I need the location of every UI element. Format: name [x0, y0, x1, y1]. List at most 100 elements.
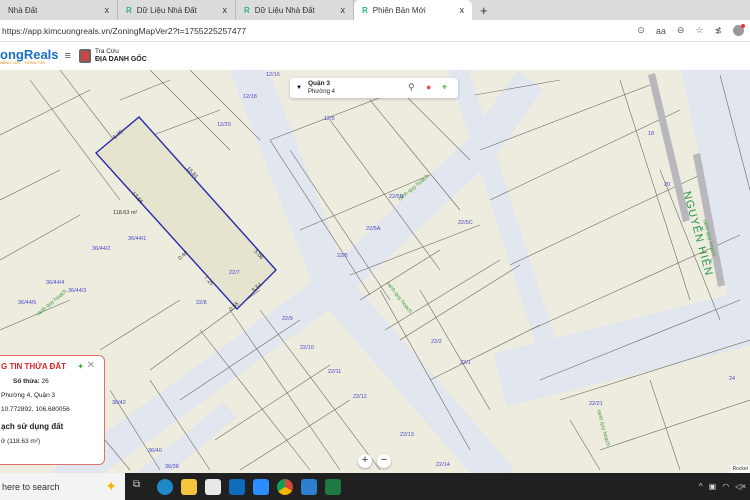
zalo-icon[interactable] — [253, 478, 269, 495]
dropdown-caret-icon[interactable]: ▼ — [296, 85, 302, 91]
volume-icon[interactable]: ◁× — [735, 482, 746, 491]
store-icon[interactable] — [205, 478, 221, 495]
ward-label: Phường 4 — [307, 88, 335, 95]
close-tab-icon[interactable]: x — [460, 5, 465, 15]
map-attribution: Rocket — [730, 465, 750, 473]
parcel-label: 22/10 — [300, 345, 314, 351]
file-explorer-icon[interactable] — [181, 478, 197, 495]
gps-locate-icon[interactable]: ⌖ — [442, 82, 447, 93]
tra-cuu-button[interactable]: Tra Cứu ĐỊA DANH GỐC — [78, 47, 147, 64]
hamburger-menu-icon[interactable]: ≡ — [65, 50, 71, 62]
system-tray[interactable]: ^ ▣ ◠ ◁× — [699, 482, 746, 491]
read-aloud-icon[interactable]: aа — [656, 26, 666, 36]
map-pin-icon[interactable]: ● — [426, 82, 431, 92]
outlook-icon[interactable] — [229, 478, 245, 495]
tab-4-active[interactable]: R Phiên Bản Mới x — [354, 0, 472, 20]
parcel-label: 22/9 — [282, 316, 293, 322]
parcel-coords: 10.772892, 106.680056 — [1, 406, 70, 413]
land-use-value: ở (118.63 m²) — [1, 438, 41, 445]
profile-avatar[interactable] — [733, 24, 745, 36]
parcel-label: 12/20 — [217, 122, 231, 128]
search-icon[interactable]: ⚲ — [408, 82, 415, 93]
taskbar-search[interactable]: here to search ✦ — [0, 473, 125, 500]
url-text[interactable]: https://app.kimcuongreals.vn/ZoningMapVe… — [0, 26, 246, 36]
tracuu-title: ĐỊA DANH GỐC — [94, 55, 147, 63]
parcel-label: 22/13 — [400, 432, 414, 438]
close-icon[interactable]: ✕ — [87, 360, 95, 371]
new-tab-button[interactable]: + — [480, 3, 488, 18]
parcel-label: 20 — [664, 182, 671, 188]
site-favicon-icon: R — [244, 5, 250, 15]
taskbar: here to search ✦ ⧉ ^ ▣ ◠ ◁× — [0, 473, 750, 500]
parcel-label: 22/5C — [458, 220, 473, 226]
chevron-up-icon[interactable]: ^ — [699, 482, 703, 491]
parcel-label: 18 — [648, 131, 655, 137]
parcel-label: 22/14 — [436, 462, 450, 468]
parcel-label: 22/12 — [353, 394, 367, 400]
parcel-info-popup: G TIN THỬA ĐẤT ✦ ✕ Số thửa: 26 Phường 4,… — [0, 355, 105, 465]
excel-icon[interactable] — [325, 478, 341, 495]
parcel-label: 22/5A — [366, 226, 381, 232]
location-icon[interactable]: ⊙ — [637, 25, 645, 36]
location-selector[interactable]: ▼ Quận 3 Phường 4 ⚲ ● ⌖ — [290, 78, 458, 98]
parcel-label: 36/44/4 — [46, 280, 65, 286]
zoning-map[interactable]: 118.63 m² 5.79 15.81 13.66 5.06 0.40 7.2… — [0, 70, 750, 473]
parcel-address: Phường 4, Quận 3 — [1, 392, 56, 399]
tab-2[interactable]: R Dữ Liệu Nhà Đất x — [118, 0, 236, 20]
parcel-label: 22/11 — [328, 369, 342, 375]
favorite-star-icon[interactable]: ☆ — [695, 25, 703, 36]
parcel-label: 12/18 — [243, 94, 257, 100]
parcel-label: 36/44/1 — [128, 236, 147, 242]
tab-label: Phiên Bản Mới — [372, 5, 426, 15]
browser-tabs: Nhà Đất x R Dữ Liệu Nhà Đất x R Dữ Liệu Nhà … — [0, 0, 750, 20]
parcel-label: 36/44/5 — [18, 300, 37, 306]
parcel-label: 36/38 — [165, 464, 179, 470]
close-tab-icon[interactable]: x — [105, 5, 110, 15]
parcel-no: 26 — [41, 378, 49, 385]
task-view-icon[interactable]: ⧉ — [133, 479, 149, 495]
app-header: ongReals NĂNG LỰC - HỒNG TÂY ≡ Tra Cứu ĐỊA… — [0, 42, 750, 70]
parcel-label: 36/42 — [112, 400, 126, 406]
site-favicon-icon: R — [126, 5, 132, 15]
parcel-label: 36/44/2 — [92, 246, 111, 252]
parcel-label: 36/40 — [148, 448, 162, 454]
parcel-label: 36/44/3 — [68, 288, 87, 294]
tab-label: Dữ Liệu Nhà Đất — [136, 5, 197, 15]
map-canvas[interactable] — [0, 70, 750, 473]
zoom-out-button[interactable]: − — [377, 454, 391, 468]
brand-logo[interactable]: ongReals NĂNG LỰC - HỒNG TÂY — [0, 48, 59, 65]
zoom-in-button[interactable]: + — [358, 454, 372, 468]
tray-icon[interactable]: ▣ — [709, 482, 717, 491]
close-tab-icon[interactable]: x — [341, 5, 346, 15]
edge-icon[interactable] — [157, 478, 173, 495]
parcel-label: 24 — [729, 376, 736, 382]
search-placeholder: here to search — [2, 481, 60, 492]
chrome-icon[interactable] — [277, 478, 293, 495]
pin-icon[interactable]: ✦ — [77, 362, 84, 371]
parcel-label: 22/1 — [460, 360, 471, 366]
traffic-light-icon — [78, 49, 91, 63]
wifi-icon[interactable]: ◠ — [722, 482, 729, 491]
tab-label: Nhà Đất — [8, 5, 38, 15]
parcel-label: 22/2 — [431, 339, 442, 345]
tab-1[interactable]: Nhà Đất x — [0, 0, 118, 20]
close-tab-icon[interactable]: x — [223, 5, 228, 15]
address-bar[interactable]: https://app.kimcuongreals.vn/ZoningMapVe… — [0, 20, 750, 42]
zoom-icon[interactable]: ⊖ — [677, 25, 685, 36]
land-use-heading: ạch sử dụng đất — [1, 422, 64, 431]
tab-label: Dữ Liệu Nhà Đất — [254, 5, 315, 15]
parcel-no-label: Số thửa: — [13, 378, 40, 385]
tab-3[interactable]: R Dữ Liệu Nhà Đất x — [236, 0, 354, 20]
copilot-sparkle-icon: ✦ — [105, 478, 117, 494]
site-favicon-icon: R — [362, 5, 368, 15]
photos-icon[interactable] — [301, 478, 317, 495]
selected-parcel-area: 118.63 m² — [113, 210, 138, 216]
district-label: Quận 3 — [307, 80, 330, 88]
tracuu-label: Tra Cứu — [94, 47, 119, 55]
favorites-list-icon[interactable]: ≴ — [714, 25, 722, 36]
parcel-label: 22/5 — [337, 253, 348, 259]
road — [681, 70, 750, 337]
parcel-label: 22/21 — [589, 401, 603, 407]
parcel-label: 22/8 — [196, 300, 207, 306]
parcel-label: 12/5 — [324, 116, 335, 122]
